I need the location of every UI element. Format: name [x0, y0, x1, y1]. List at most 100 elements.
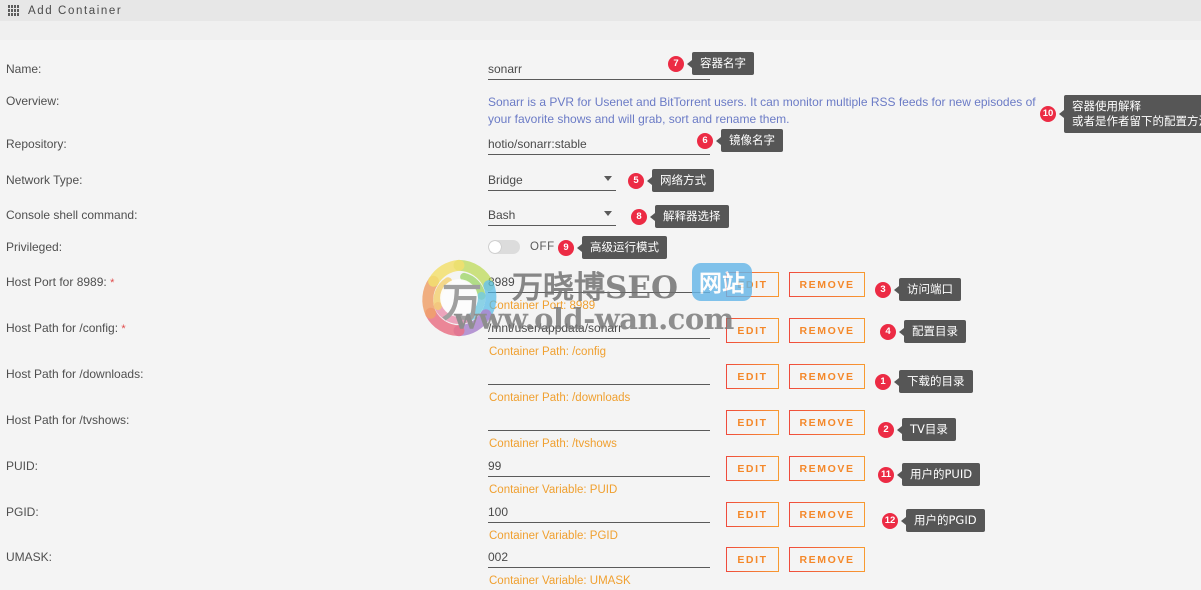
remove-button-host-path-downloads[interactable]: REMOVE [789, 364, 865, 389]
label-host-path-tvshows: Host Path for /tvshows: [6, 413, 130, 427]
annotation-8: 8 解释器选择 [631, 205, 729, 228]
host-path-downloads-input[interactable] [488, 367, 710, 385]
edit-button-host-port[interactable]: EDIT [726, 272, 779, 297]
host-path-tvshows-input[interactable] [488, 413, 710, 431]
annotation-badge: 5 [628, 172, 644, 189]
required-asterisk: * [121, 323, 126, 335]
edit-button-host-path-tvshows[interactable]: EDIT [726, 410, 779, 435]
host-path-config-input[interactable] [488, 321, 710, 339]
annotation-tooltip: 解释器选择 [655, 205, 729, 228]
umask-input[interactable] [488, 550, 710, 568]
label-overview: Overview: [6, 94, 60, 108]
network-type-select[interactable] [488, 173, 616, 191]
annotation-badge: 11 [878, 466, 894, 483]
label-privileged: Privileged: [6, 240, 63, 254]
hint-variable-umask: Container Variable: UMASK [489, 575, 631, 587]
label-pgid: PGID: [6, 505, 39, 519]
hint-container-port: Container Port: 8989 [489, 300, 596, 312]
puid-input[interactable] [488, 459, 710, 477]
grid-apps-icon [8, 5, 19, 16]
remove-button-host-path-tvshows[interactable]: REMOVE [789, 410, 865, 435]
field-pgid [488, 505, 710, 523]
overview-text: Sonarr is a PVR for Usenet and BitTorren… [488, 95, 1036, 126]
annotation-7: 7 容器名字 [668, 52, 754, 75]
label-host-path-downloads: Host Path for /downloads: [6, 367, 144, 381]
annotation-badge: 1 [875, 373, 891, 390]
label-text: Host Port for 8989: [6, 275, 107, 289]
annotation-4: 4 配置目录 [880, 320, 966, 343]
annotation-2: 2 TV目录 [878, 418, 956, 441]
annotation-tooltip: 访问端口 [899, 278, 961, 301]
window-titlebar: Add Container [0, 0, 1201, 21]
field-host-port-8989 [488, 275, 710, 293]
privileged-state-label: OFF [530, 241, 555, 253]
annotation-tooltip: 镜像名字 [721, 129, 783, 152]
annotation-tooltip: 网络方式 [652, 169, 714, 192]
toggle-knob [489, 241, 501, 253]
remove-button-host-port[interactable]: REMOVE [789, 272, 865, 297]
repository-input[interactable] [488, 137, 710, 155]
annotation-tooltip: 配置目录 [904, 320, 966, 343]
field-repository [488, 137, 710, 155]
remove-button-puid[interactable]: REMOVE [789, 456, 865, 481]
hint-container-path-tvshows: Container Path: /tvshows [489, 438, 617, 450]
hint-container-path-downloads: Container Path: /downloads [489, 392, 631, 404]
label-host-path-config: Host Path for /config: * [6, 321, 126, 335]
annotation-badge: 12 [882, 512, 898, 529]
annotation-badge: 9 [558, 239, 574, 256]
edit-button-host-path-downloads[interactable]: EDIT [726, 364, 779, 389]
annotation-10: 10 容器使用解释 或者是作者留下的配置方法 [1040, 95, 1201, 133]
annotation-3: 3 访问端口 [875, 278, 961, 301]
field-umask [488, 550, 710, 568]
field-host-path-config [488, 321, 710, 339]
annotation-badge: 10 [1040, 106, 1056, 122]
edit-button-host-path-config[interactable]: EDIT [726, 318, 779, 343]
label-umask: UMASK: [6, 550, 53, 564]
hint-variable-puid: Container Variable: PUID [489, 484, 618, 496]
remove-button-umask[interactable]: REMOVE [789, 547, 865, 572]
annotation-12: 12 用户的PGID [882, 509, 985, 532]
annotation-6: 6 镜像名字 [697, 129, 783, 152]
annotation-9: 9 高级运行模式 [558, 236, 667, 259]
remove-button-host-path-config[interactable]: REMOVE [789, 318, 865, 343]
pgid-input[interactable] [488, 505, 710, 523]
edit-button-pgid[interactable]: EDIT [726, 502, 779, 527]
annotation-badge: 3 [875, 281, 891, 298]
label-repository: Repository: [6, 137, 67, 151]
annotation-badge: 4 [880, 323, 896, 340]
hint-variable-pgid: Container Variable: PGID [489, 530, 618, 542]
privileged-toggle[interactable] [488, 240, 520, 254]
annotation-1: 1 下载的目录 [875, 370, 973, 393]
add-container-form: Name: Overview: Sonarr is a PVR for Usen… [0, 40, 1201, 590]
remove-button-pgid[interactable]: REMOVE [789, 502, 865, 527]
network-type-value[interactable] [488, 173, 616, 191]
annotation-tooltip: 用户的PGID [906, 509, 985, 532]
console-shell-value[interactable] [488, 208, 616, 226]
annotation-tooltip: 容器使用解释 或者是作者留下的配置方法 [1064, 95, 1201, 133]
label-puid: PUID: [6, 459, 39, 473]
edit-button-umask[interactable]: EDIT [726, 547, 779, 572]
annotation-11: 11 用户的PUID [878, 463, 981, 486]
annotation-tooltip: 用户的PUID [902, 463, 981, 486]
annotation-tooltip: 高级运行模式 [582, 236, 667, 259]
subheader-band [0, 21, 1201, 40]
annotation-5: 5 网络方式 [628, 169, 714, 192]
annotation-tooltip: 下载的目录 [899, 370, 973, 393]
console-shell-select[interactable] [488, 208, 616, 226]
host-port-8989-input[interactable] [488, 275, 710, 293]
annotation-tooltip: TV目录 [902, 418, 956, 441]
annotation-badge: 2 [878, 421, 894, 438]
annotation-tooltip: 容器名字 [692, 52, 754, 75]
label-text: Host Path for /config: [6, 321, 119, 335]
annotation-badge: 8 [631, 208, 647, 225]
label-host-port-8989: Host Port for 8989: * [6, 275, 114, 289]
field-host-path-tvshows [488, 413, 710, 431]
label-name: Name: [6, 62, 42, 76]
annotation-badge: 7 [668, 55, 684, 72]
page-title: Add Container [28, 4, 123, 17]
annotation-badge: 6 [697, 132, 713, 149]
label-network-type: Network Type: [6, 173, 83, 187]
edit-button-puid[interactable]: EDIT [726, 456, 779, 481]
required-asterisk: * [110, 277, 115, 289]
field-puid [488, 459, 710, 477]
